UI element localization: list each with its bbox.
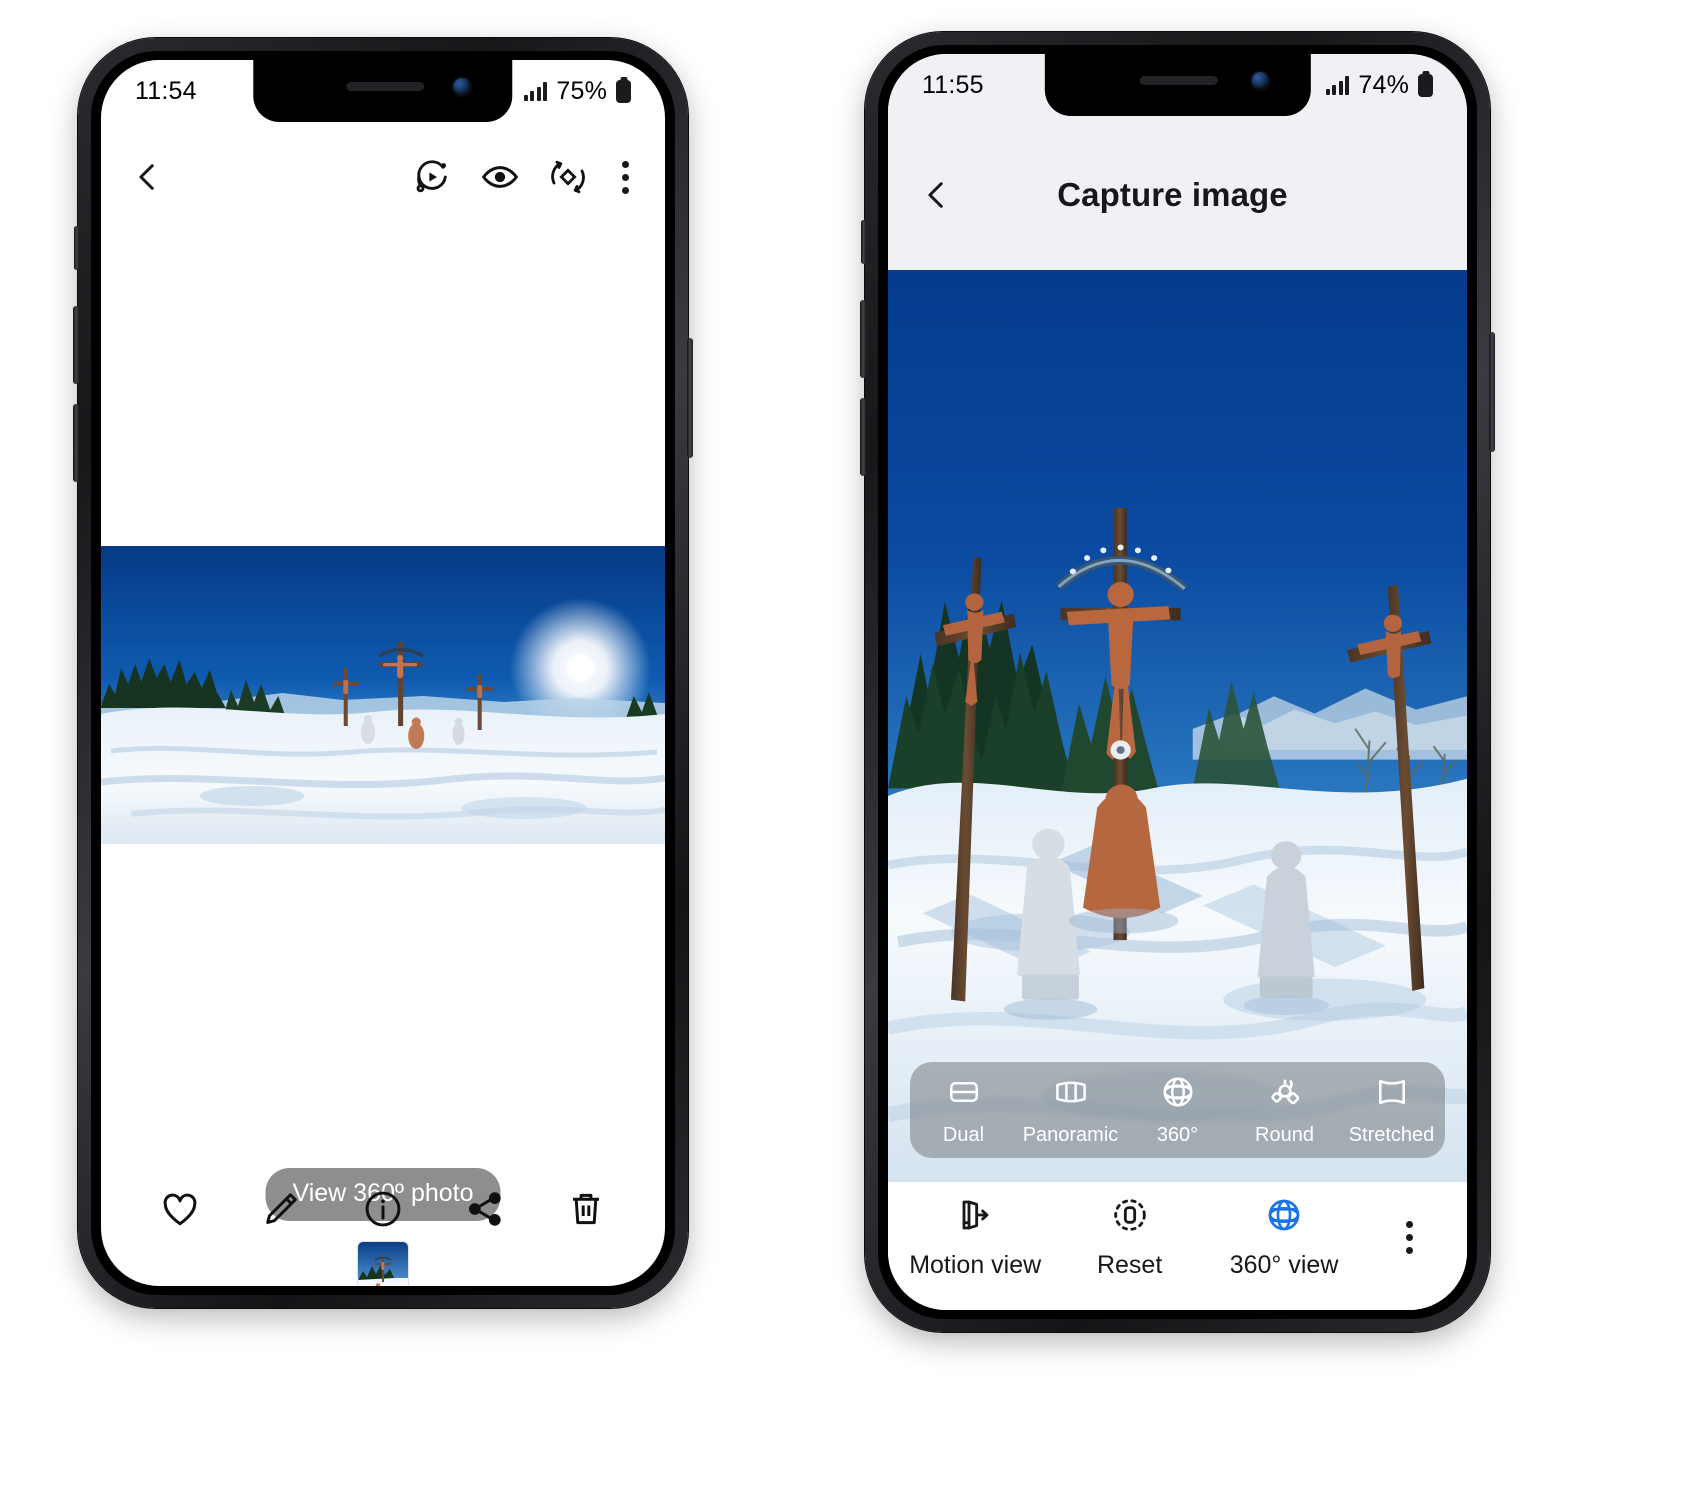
screenshot-stage: 11:54 75% View 360º photo Capture image … [0,0,1700,1495]
left-top-bar [101,122,665,232]
favorite-icon[interactable] [159,1188,201,1230]
motion-view-icon [955,1195,995,1242]
mode-item-panoramic[interactable]: Panoramic [1017,1073,1124,1147]
round-sphere-icon [1266,1073,1304,1117]
more-options-button[interactable] [1361,1220,1457,1254]
left-phone-screen: 11:54 75% View 360º photo [101,60,665,1286]
battery-icon-right [1418,73,1433,97]
power-button-right[interactable] [1489,332,1495,452]
left-status-bar: 11:54 75% [101,60,665,122]
back-button[interactable] [131,160,165,194]
volume-down-button-right[interactable] [860,398,866,476]
mode-label: Dual [942,1124,985,1146]
mode-label: 360° [1156,1124,1199,1146]
bottom-label: Reset [1096,1250,1163,1279]
signal-bars-icon [523,81,548,101]
share-icon[interactable] [464,1188,506,1230]
stretched-frame-icon [1373,1073,1411,1117]
more-options-icon[interactable] [616,160,635,194]
mode-item-stretched[interactable]: Stretched [1338,1073,1445,1147]
bottom-label: Motion view [909,1250,1042,1279]
right-phone-device: Capture image 11:55 74% Dual Panoramic 3… [860,32,1495,1332]
eye-view-icon[interactable] [480,157,520,197]
left-action-icons [412,157,635,197]
left-bottom-bar [101,1166,665,1252]
motion-view-button[interactable]: Motion view [898,1195,1052,1280]
mode-item-dual[interactable]: Dual [910,1073,1017,1147]
globe-grid-icon [1159,1073,1197,1117]
volume-up-button-right[interactable] [860,300,866,378]
panoramic-icon [1052,1073,1090,1117]
reset-button[interactable]: Reset [1052,1195,1206,1280]
motion-photo-icon[interactable] [412,157,452,197]
photo-image [888,270,1467,1182]
left-phone-device: 11:54 75% View 360º photo [73,38,693,1308]
mode-item-round[interactable]: Round [1231,1073,1338,1147]
battery-icon [616,79,631,103]
right-phone-bezel: Capture image 11:55 74% Dual Panoramic 3… [878,45,1477,1319]
panorama-image [101,546,665,844]
battery-percent-right: 74% [1358,70,1409,99]
reset-icon [1110,1195,1150,1242]
edit-pencil-icon[interactable] [260,1188,302,1230]
info-icon[interactable] [362,1188,404,1230]
status-time-right: 11:55 [922,70,984,99]
mode-label: Stretched [1348,1124,1435,1146]
panorama-preview[interactable] [101,546,665,844]
volume-down-button[interactable] [73,404,79,482]
page-title: Capture image [1057,176,1288,213]
more-options-icon [1405,1220,1413,1254]
projection-mode-bar: Dual Panoramic 360° Round Stretched [910,1062,1445,1158]
status-time: 11:54 [135,76,197,105]
photo-viewport[interactable] [888,270,1467,1182]
mode-item-360[interactable]: 360° [1124,1073,1231,1147]
bottom-label: 360° view [1229,1250,1339,1279]
view-360-button[interactable]: 360° view [1207,1195,1361,1280]
globe-grid-blue-icon [1264,1195,1304,1242]
mode-label: Panoramic [1022,1124,1119,1146]
mute-switch-right[interactable] [861,220,866,264]
volume-up-button[interactable] [73,306,79,384]
signal-bars-icon-right [1325,75,1350,95]
right-status-bar: 11:55 74% [888,54,1467,116]
back-button-right[interactable] [920,178,954,212]
rotate-360-icon[interactable] [548,157,588,197]
right-phone-screen: Capture image 11:55 74% Dual Panoramic 3… [888,54,1467,1310]
delete-trash-icon[interactable] [565,1188,607,1230]
battery-percent: 75% [556,76,607,105]
mode-label: Round [1255,1124,1314,1146]
left-phone-bezel: 11:54 75% View 360º photo [91,51,675,1295]
right-bottom-bar: Motion view Reset 360° view [888,1182,1467,1310]
dual-split-icon [945,1073,983,1117]
mute-switch[interactable] [74,226,79,270]
power-button[interactable] [687,338,693,458]
